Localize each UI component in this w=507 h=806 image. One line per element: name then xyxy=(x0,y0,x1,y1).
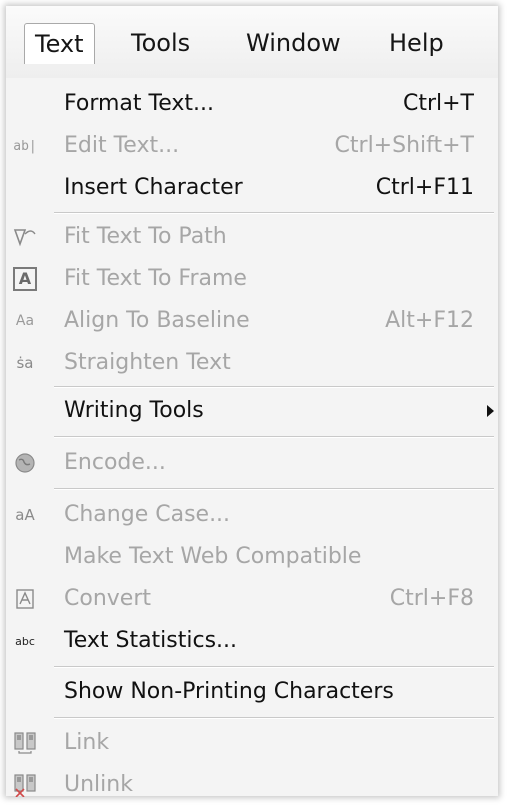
menu-item-label: Text Statistics... xyxy=(64,628,238,653)
menu-item-label: Show Non-Printing Characters xyxy=(64,679,394,704)
change-case-icon: aA xyxy=(12,502,38,528)
link-icon xyxy=(12,730,38,756)
menu-item-label: Align To Baseline xyxy=(64,308,250,333)
encode-globe-svg xyxy=(15,453,35,473)
encode-globe-icon xyxy=(12,450,38,476)
menu-item-unlink[interactable]: Unlink xyxy=(6,764,498,806)
convert-icon xyxy=(12,586,38,612)
menu-separator xyxy=(54,386,494,388)
menu-item-edit-text[interactable]: ab| Edit Text... Ctrl+Shift+T xyxy=(6,125,498,167)
menu-item-label: Make Text Web Compatible xyxy=(64,544,362,569)
menu-item-label: Edit Text... xyxy=(64,133,180,158)
change-case-glyph: aA xyxy=(15,506,35,524)
menu-item-change-case[interactable]: aA Change Case... xyxy=(6,494,498,536)
submenu-arrow-icon xyxy=(487,405,494,417)
menu-separator xyxy=(54,666,494,668)
link-svg xyxy=(14,732,36,754)
menu-text[interactable]: Text xyxy=(24,23,95,64)
menu-item-fit-text-to-path[interactable]: Fit Text To Path xyxy=(6,216,498,258)
fit-text-to-path-icon xyxy=(12,224,38,250)
menu-item-label: Unlink xyxy=(64,772,133,797)
menu-item-label: Convert xyxy=(64,586,151,611)
align-to-baseline-glyph: Aa xyxy=(15,313,35,329)
menu-item-label: Format Text... xyxy=(64,91,214,116)
menu-separator xyxy=(54,212,494,214)
menu-item-make-text-web-compatible[interactable]: Make Text Web Compatible xyxy=(6,536,498,578)
menu-item-shortcut: Ctrl+T xyxy=(402,91,474,116)
menu-item-label: Fit Text To Path xyxy=(64,224,227,249)
unlink-svg xyxy=(14,774,36,797)
menu-help[interactable]: Help xyxy=(379,23,454,63)
align-to-baseline-icon: Aa xyxy=(12,308,38,334)
straighten-text-icon: ṡa xyxy=(12,350,38,376)
unlink-icon xyxy=(12,772,38,798)
menu-item-label: Writing Tools xyxy=(64,398,204,423)
menu-item-label: Insert Character xyxy=(64,175,243,200)
menu-item-straighten-text[interactable]: ṡa Straighten Text xyxy=(6,342,498,384)
convert-svg xyxy=(16,589,34,609)
edit-text-icon: ab| xyxy=(12,133,38,159)
menu-item-align-to-baseline[interactable]: Aa Align To Baseline Alt+F12 xyxy=(6,300,498,342)
menu-item-link[interactable]: Link xyxy=(6,722,498,764)
fit-text-to-path-svg xyxy=(13,229,36,247)
menu-item-convert[interactable]: Convert Ctrl+F8 xyxy=(6,578,498,620)
fit-text-to-frame-glyph: A xyxy=(13,267,37,291)
menu-item-shortcut: Ctrl+F11 xyxy=(375,175,474,200)
window-frame: Text Tools Window Help Format Text... Ct… xyxy=(6,6,498,797)
menu-item-writing-tools[interactable]: Writing Tools xyxy=(6,390,498,432)
fit-text-to-frame-icon: A xyxy=(12,266,38,292)
straighten-text-glyph: ṡa xyxy=(16,354,34,372)
menu-help-label: Help xyxy=(389,29,444,57)
menu-item-label: Encode... xyxy=(64,450,166,475)
menu-separator xyxy=(54,436,494,438)
menu-item-shortcut: Ctrl+Shift+T xyxy=(334,133,474,158)
menu-item-show-non-printing-characters[interactable]: Show Non-Printing Characters xyxy=(6,671,498,713)
menu-tools-label: Tools xyxy=(131,29,191,57)
menu-item-label: Change Case... xyxy=(64,502,231,527)
menu-tools[interactable]: Tools xyxy=(121,23,200,63)
menu-window-label: Window xyxy=(246,29,341,57)
text-menu-dropdown: Format Text... Ctrl+T ab| Edit Text... C… xyxy=(6,78,498,797)
text-statistics-glyph: abc xyxy=(15,634,35,648)
menu-item-encode[interactable]: Encode... xyxy=(6,442,498,484)
menu-bar: Text Tools Window Help xyxy=(6,6,498,79)
text-statistics-icon: abc xyxy=(12,628,38,654)
menu-item-insert-character[interactable]: Insert Character Ctrl+F11 xyxy=(6,167,498,209)
menu-separator xyxy=(54,717,494,719)
menu-item-label: Fit Text To Frame xyxy=(64,266,247,291)
menu-item-shortcut: Ctrl+F8 xyxy=(389,586,474,611)
menu-item-text-statistics[interactable]: abc Text Statistics... xyxy=(6,620,498,662)
menu-item-label: Link xyxy=(64,730,110,755)
menu-item-fit-text-to-frame[interactable]: A Fit Text To Frame xyxy=(6,258,498,300)
menu-text-label: Text xyxy=(35,30,84,58)
menu-item-format-text[interactable]: Format Text... Ctrl+T xyxy=(6,83,498,125)
menu-item-shortcut: Alt+F12 xyxy=(385,308,474,333)
menu-item-label: Straighten Text xyxy=(64,350,231,375)
edit-text-glyph: ab| xyxy=(13,138,37,154)
menu-window[interactable]: Window xyxy=(236,23,351,63)
menu-separator xyxy=(54,488,494,490)
